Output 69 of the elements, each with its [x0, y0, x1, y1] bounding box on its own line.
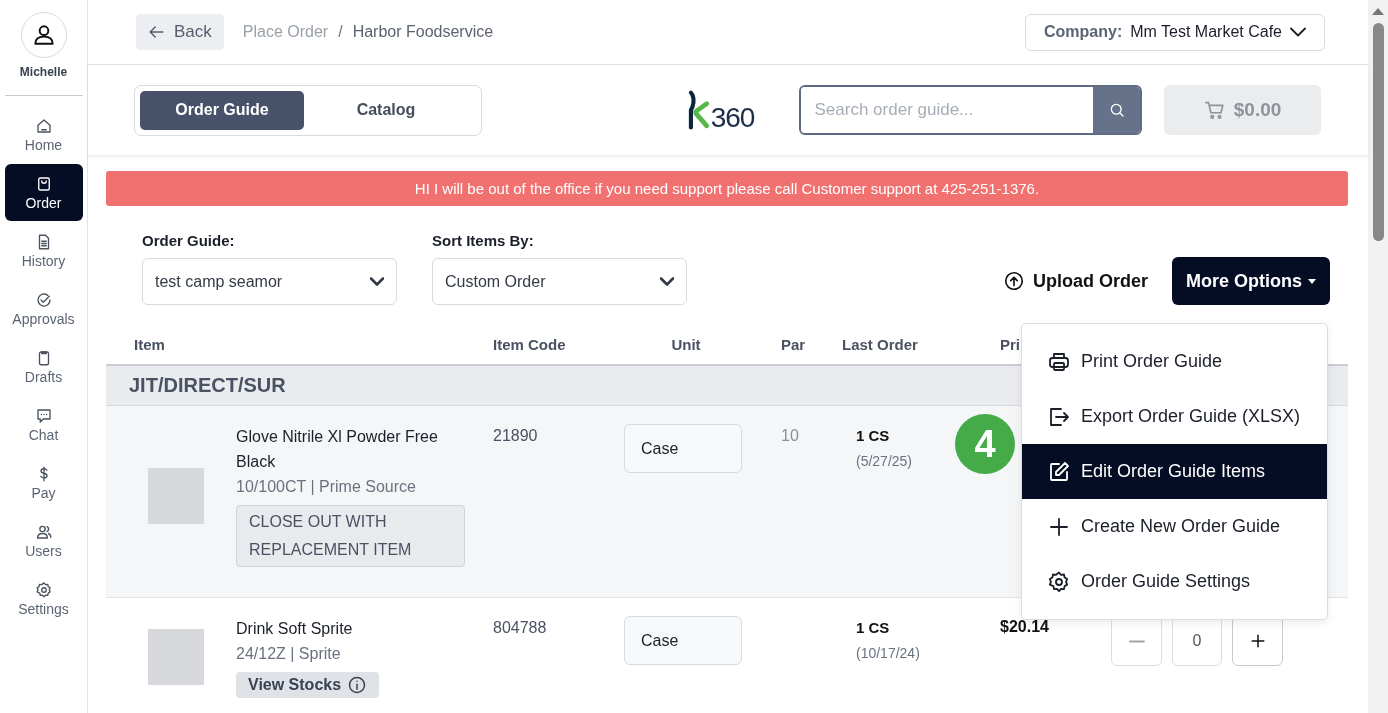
menu-item[interactable]: Edit Order Guide Items	[1022, 444, 1327, 499]
upload-button[interactable]: Upload Order	[997, 257, 1154, 305]
user-name: Michelle	[19, 65, 68, 79]
alert-banner: HI I will be out of the office if you need support please call Customer support at 425-251-1376.	[106, 171, 1348, 206]
chevron-down-icon	[1290, 27, 1306, 37]
item-detail: 10/100CT | Prime Source	[236, 477, 416, 497]
item-code: 804788	[492, 618, 548, 638]
chevron-down-icon	[370, 277, 384, 286]
photo-placeholder	[148, 629, 204, 685]
item-code: 21890	[492, 426, 539, 446]
menu-item[interactable]: Create New Order Guide	[1022, 499, 1327, 554]
last-order-date: (10/17/24)	[856, 645, 921, 661]
status-label: CLOSE OUT WITH REPLACEMENT ITEM	[236, 505, 465, 567]
edit-icon	[1047, 459, 1071, 484]
last-order-date: (5/27/25)	[856, 453, 914, 469]
search-button[interactable]	[1093, 87, 1141, 133]
last-order-quantity: 1 CS	[856, 427, 891, 444]
column-header: Unit	[670, 335, 702, 353]
nav-item[interactable]: Pay	[4, 454, 83, 511]
par-value: 10	[781, 427, 799, 444]
info-icon	[347, 675, 368, 695]
gear-icon	[34, 580, 53, 599]
column-header: Item Code	[492, 335, 567, 353]
caret-icon	[1308, 278, 1316, 284]
item-detail: 24/12Z | Sprite	[236, 644, 341, 664]
nav-item[interactable]: Settings	[4, 570, 83, 627]
nav-item[interactable]: Drafts	[4, 338, 83, 395]
column-header: Par	[780, 335, 807, 353]
nav-item[interactable]: Approvals	[4, 280, 83, 337]
minus-icon	[1128, 639, 1145, 643]
cart-icon	[1203, 99, 1226, 121]
column-header: Last Order	[841, 335, 919, 353]
scrollbar-thumb[interactable]	[1372, 23, 1384, 241]
logo: 360	[682, 84, 775, 136]
dropdown-select[interactable]: test camp seamor	[142, 258, 397, 305]
scrollbar[interactable]	[1368, 0, 1388, 713]
column-header: Pri	[999, 335, 1021, 353]
breadcrumb-link[interactable]: Harbor Foodservice	[352, 23, 494, 41]
unit-select[interactable]: Case	[624, 616, 742, 665]
last-order-quantity: 1 CS	[856, 619, 891, 636]
upload-icon	[1003, 270, 1025, 292]
nav-item[interactable]: Users	[4, 512, 83, 569]
field-label: Sort Items By:	[432, 232, 535, 249]
price: $20.14	[1000, 618, 1049, 635]
menu-item[interactable]: Order Guide Settings	[1022, 554, 1327, 609]
scroll-up-arrow[interactable]	[1372, 8, 1384, 15]
tab[interactable]: Order Guide	[140, 90, 304, 130]
dropdown-select[interactable]: Custom Order	[432, 258, 687, 305]
view-stocks-button[interactable]: View Stocks	[236, 672, 380, 698]
nav-item[interactable]: Chat	[4, 396, 83, 453]
nav-item[interactable]: History	[4, 222, 83, 279]
chat-icon	[34, 406, 53, 425]
chevron-down-icon	[660, 277, 674, 286]
photo-placeholder	[148, 467, 204, 524]
check-circle-icon	[34, 290, 53, 309]
company-select[interactable]: Company: Mm Test Market Cafe	[1025, 13, 1325, 51]
search-field[interactable]: Search order guide...	[798, 85, 1143, 135]
more-options-button[interactable]: More Options	[1172, 257, 1330, 305]
item-name: Glove Nitrile Xl Powder Free Black	[236, 427, 439, 472]
nav-item[interactable]: Order	[4, 164, 83, 221]
item-name: Drink Soft Sprite	[236, 619, 353, 639]
gear-icon	[1047, 569, 1071, 594]
tab[interactable]: Catalog	[304, 90, 468, 130]
unit-select[interactable]: Case	[624, 424, 742, 473]
column-header: Item	[133, 335, 166, 353]
back-button[interactable]: Back	[136, 14, 224, 50]
breadcrumb-separator: /	[338, 23, 343, 41]
field-label: Order Guide:	[142, 232, 236, 249]
nav-item[interactable]: Home	[4, 106, 83, 163]
